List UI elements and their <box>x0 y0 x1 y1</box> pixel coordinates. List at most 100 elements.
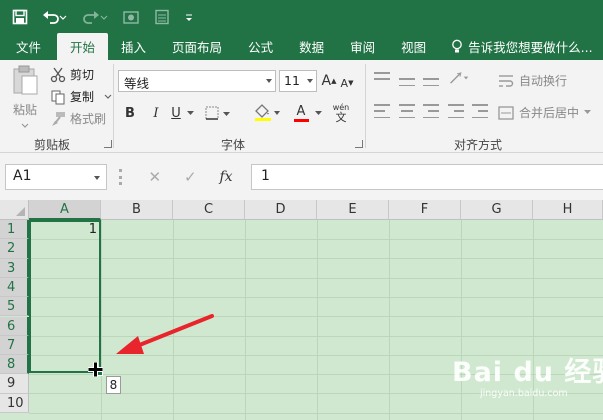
merge-center-button[interactable]: 合并后居中 <box>498 104 592 121</box>
align-bottom-icon[interactable] <box>423 72 439 86</box>
font-color-dropdown[interactable] <box>314 102 322 124</box>
undo-icon[interactable] <box>42 0 68 33</box>
fill-color-button[interactable] <box>252 102 282 124</box>
chevron-down-icon <box>584 110 592 114</box>
column-header-g[interactable]: G <box>461 200 533 220</box>
wrap-text-button[interactable]: 自动换行 <box>498 72 567 89</box>
redo-icon[interactable] <box>82 0 108 33</box>
font-name-value: 等线 <box>124 76 150 91</box>
tab-review[interactable]: 审阅 <box>337 33 388 60</box>
row-header-4[interactable]: 4 <box>0 277 29 298</box>
borders-button[interactable] <box>204 102 232 124</box>
save-icon[interactable] <box>12 0 28 33</box>
align-right-icon[interactable] <box>423 104 439 118</box>
row-header-5[interactable]: 5 <box>0 297 29 317</box>
bold-button[interactable]: B <box>122 102 138 124</box>
font-color-icon: A <box>296 103 306 119</box>
column-header-a[interactable]: A <box>29 200 101 220</box>
chevron-down-icon <box>307 79 313 83</box>
red-arrow-annotation <box>116 314 214 354</box>
chevron-down-icon <box>314 110 322 115</box>
tab-formulas[interactable]: 公式 <box>235 33 286 60</box>
tab-view[interactable]: 视图 <box>388 33 439 60</box>
grow-font-button[interactable]: A ▲ <box>321 70 337 92</box>
gridline <box>461 220 462 420</box>
insert-function-icon[interactable]: fx <box>219 169 232 185</box>
column-header-f[interactable]: F <box>389 200 461 220</box>
touch-mode-icon[interactable] <box>122 0 140 33</box>
orientation-icon[interactable] <box>448 71 470 85</box>
italic-button[interactable]: I <box>148 102 164 124</box>
select-all-button[interactable] <box>0 200 29 220</box>
name-box[interactable]: A1 <box>5 164 107 190</box>
watermark-logo: Bai du 经验 <box>452 357 603 388</box>
font-color-bar <box>293 118 309 122</box>
quick-access-toolbar <box>0 0 603 33</box>
format-painter-button[interactable]: 格式刷 <box>50 110 106 127</box>
column-header-e[interactable]: E <box>317 200 389 220</box>
gridline <box>317 220 318 420</box>
name-box-value: A1 <box>13 168 32 184</box>
column-header-c[interactable]: C <box>173 200 245 220</box>
font-size-select[interactable]: 11 <box>279 70 317 92</box>
underline-dropdown[interactable] <box>186 102 194 124</box>
group-divider <box>113 64 114 148</box>
tab-insert[interactable]: 插入 <box>108 33 159 60</box>
grow-font-icon: A <box>321 73 332 89</box>
watermark-url: jingyan.baidu.com <box>480 388 568 399</box>
formula-actions: ✕ ✓ fx <box>137 164 244 190</box>
worksheet-grid[interactable]: A B C D E F G H 1 2 3 4 5 6 7 8 9 10 1 8… <box>0 200 603 420</box>
cancel-icon[interactable]: ✕ <box>148 168 161 186</box>
row-header-8[interactable]: 8 <box>0 355 29 375</box>
tab-data[interactable]: 数据 <box>286 33 337 60</box>
gridline <box>245 220 246 420</box>
row-header-6[interactable]: 6 <box>0 316 29 336</box>
align-top-icon[interactable] <box>374 72 390 86</box>
chevron-down-icon <box>186 110 194 115</box>
underline-button[interactable]: U <box>168 102 184 124</box>
paint-bucket-icon <box>255 104 280 121</box>
copy-button[interactable]: 复制 <box>50 88 112 105</box>
row-header-9[interactable]: 9 <box>0 374 29 394</box>
row-header-10[interactable]: 10 <box>0 393 29 413</box>
formula-bar-grip[interactable] <box>119 169 122 185</box>
row-header-1[interactable]: 1 <box>0 220 29 240</box>
paste-button[interactable]: 粘贴 <box>6 64 44 132</box>
gridline <box>29 277 603 279</box>
row-header-3[interactable]: 3 <box>0 258 29 278</box>
decrease-indent-icon[interactable] <box>448 104 464 118</box>
gridline <box>101 220 102 420</box>
tab-file[interactable]: 文件 <box>0 33 57 60</box>
font-color-button[interactable]: A <box>286 102 316 124</box>
align-left-icon[interactable] <box>374 104 390 118</box>
paste-label: 粘贴 <box>12 103 37 117</box>
customize-toolbar-icon[interactable] <box>184 0 194 33</box>
column-header-b[interactable]: B <box>101 200 173 220</box>
font-name-select[interactable]: 等线 <box>118 70 276 92</box>
ribbon-tabs: 文件 开始 插入 页面布局 公式 数据 审阅 视图 告诉我您想要做什么... <box>0 33 603 60</box>
font-group-label: 字体 <box>221 138 246 152</box>
tell-me-box[interactable]: 告诉我您想要做什么... <box>439 33 593 60</box>
align-middle-icon[interactable] <box>399 72 415 86</box>
font-launcher-icon[interactable] <box>355 140 363 148</box>
row-header-2[interactable]: 2 <box>0 239 29 259</box>
phonetic-wen: 文 <box>335 110 347 124</box>
increase-indent-icon[interactable] <box>472 104 488 118</box>
shrink-font-button[interactable]: A ▼ <box>340 72 354 94</box>
cut-button[interactable]: 剪切 <box>50 66 94 83</box>
row-header-7[interactable]: 7 <box>0 335 29 356</box>
column-header-h[interactable]: H <box>533 200 603 220</box>
clipboard-launcher-icon[interactable] <box>104 140 112 148</box>
tab-page-layout[interactable]: 页面布局 <box>159 33 235 60</box>
chevron-down-icon <box>21 123 29 128</box>
tab-home[interactable]: 开始 <box>57 33 109 60</box>
shrink-font-icon: A <box>340 76 349 90</box>
align-center-icon[interactable] <box>399 104 415 118</box>
enter-icon[interactable]: ✓ <box>184 168 197 186</box>
phonetic-guide-button[interactable]: wén 文 <box>328 102 354 124</box>
group-divider <box>365 64 366 148</box>
form-icon[interactable] <box>154 0 170 33</box>
fill-cursor-icon <box>88 362 103 377</box>
formula-input[interactable]: 1 <box>251 164 603 190</box>
column-header-d[interactable]: D <box>245 200 317 220</box>
